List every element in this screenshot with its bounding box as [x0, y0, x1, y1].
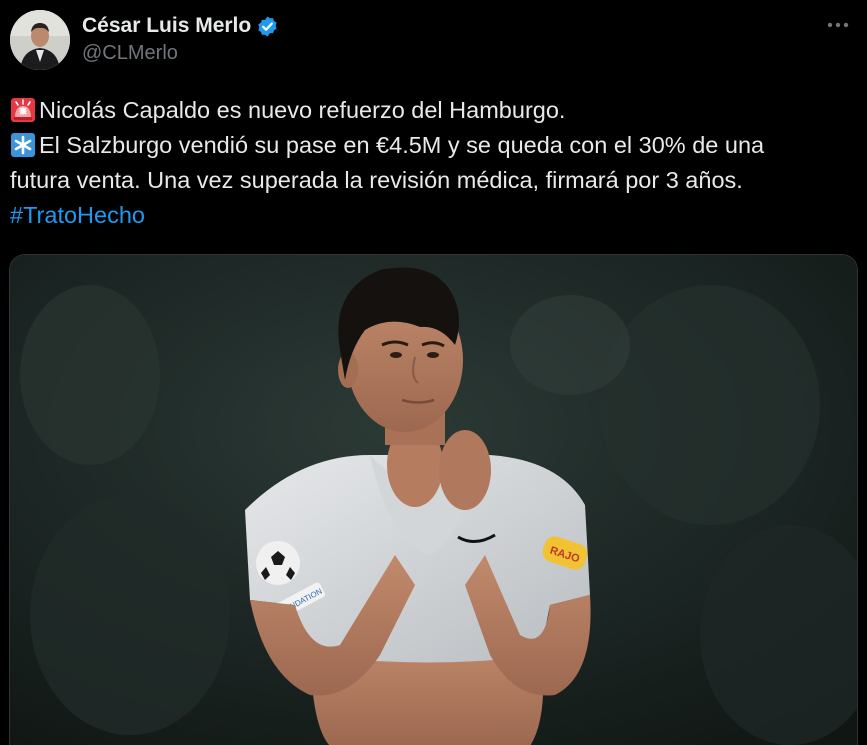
handle[interactable]: @CLMerlo — [82, 42, 279, 65]
avatar[interactable] — [10, 10, 70, 70]
tweet-line-3-text: futura venta. Una vez superada la revisi… — [10, 167, 743, 193]
hashtag-link[interactable]: #TratoHecho — [10, 202, 145, 228]
tweet-media-photo[interactable]: FOUNDATION RAJO — [9, 254, 858, 745]
tweet-line-1-text: Nicolás Capaldo es nuevo refuerzo del Ha… — [39, 97, 566, 123]
verified-badge-icon — [256, 15, 279, 38]
tweet-line-2: El Salzburgo vendió su pase en €4.5M y s… — [10, 128, 860, 163]
tweet-line-3: futura venta. Una vez superada la revisi… — [10, 163, 860, 198]
author-block: César Luis Merlo @CLMerlo — [82, 10, 279, 65]
rotating-light-icon — [10, 97, 36, 123]
asterisk-icon — [10, 132, 36, 158]
more-options-icon[interactable] — [823, 12, 853, 38]
avatar-photo — [10, 10, 70, 70]
player-photo: FOUNDATION RAJO — [10, 255, 857, 745]
tweet: César Luis Merlo @CLMerlo Nicolás Capald… — [0, 0, 867, 745]
name-row: César Luis Merlo — [82, 10, 279, 42]
tweet-line-4: #TratoHecho — [10, 198, 860, 233]
tweet-line-2-text: El Salzburgo vendió su pase en €4.5M y s… — [39, 132, 765, 158]
tweet-line-1: Nicolás Capaldo es nuevo refuerzo del Ha… — [10, 93, 860, 128]
display-name[interactable]: César Luis Merlo — [82, 14, 251, 38]
tweet-text: Nicolás Capaldo es nuevo refuerzo del Ha… — [10, 93, 860, 233]
